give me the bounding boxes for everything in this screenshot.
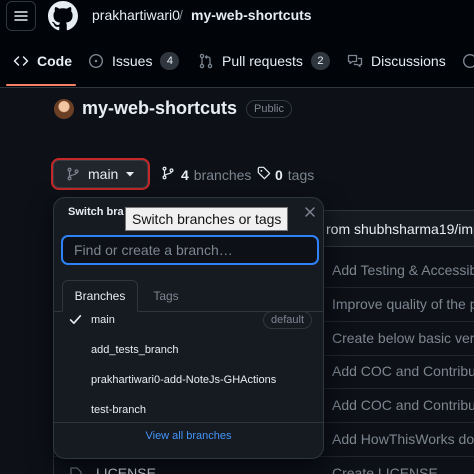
commit-message-link[interactable]: Add Testing & Accessibili bbox=[332, 262, 474, 278]
git-branch-icon bbox=[66, 167, 80, 181]
pull-requests-count-badge: 2 bbox=[310, 52, 330, 70]
issue-opened-icon bbox=[88, 53, 104, 69]
tags-label: tags bbox=[287, 166, 315, 183]
breadcrumb-repo-link[interactable]: my-web-shortcuts bbox=[191, 7, 312, 23]
branches-label: branches bbox=[193, 166, 252, 183]
file-icon bbox=[70, 467, 82, 474]
commit-message-link[interactable]: Create LICENSE bbox=[332, 465, 438, 474]
code-icon bbox=[13, 53, 29, 69]
tab-issues[interactable]: Issues 4 bbox=[88, 50, 180, 72]
visibility-badge: Public bbox=[246, 100, 292, 118]
tags-count: 0 bbox=[275, 166, 283, 183]
global-header: prakhartiwari0 / my-web-shortcuts bbox=[0, 0, 474, 32]
issues-count-badge: 4 bbox=[160, 52, 180, 70]
tab-pull-requests[interactable]: Pull requests 2 bbox=[198, 50, 330, 72]
branches-count-link[interactable]: 4 branches bbox=[161, 166, 251, 183]
tab-code-label: Code bbox=[37, 53, 72, 69]
breadcrumb-separator: / bbox=[179, 7, 183, 23]
commit-message-link[interactable]: Create below basic versio bbox=[332, 330, 474, 346]
comment-discussion-icon bbox=[347, 53, 363, 69]
close-button[interactable] bbox=[302, 204, 318, 220]
check-icon bbox=[69, 313, 82, 329]
branch-select-button[interactable]: main bbox=[53, 160, 148, 188]
default-badge: default bbox=[263, 311, 313, 329]
branch-item-test-branch[interactable]: test-branch bbox=[54, 395, 323, 425]
branch-name: test-branch bbox=[91, 404, 147, 416]
hamburger-icon bbox=[14, 11, 28, 21]
tab-more[interactable] bbox=[462, 50, 474, 72]
commit-message-link[interactable]: Improve quality of the pop bbox=[332, 296, 474, 312]
current-branch-label: main bbox=[88, 166, 119, 182]
branch-item-add-notejs-ghactions[interactable]: prakhartiwari0-add-NoteJs-GHActions bbox=[54, 365, 323, 395]
branch-name: add_tests_branch bbox=[91, 344, 179, 356]
hamburger-menu-button[interactable] bbox=[6, 1, 36, 31]
file-row[interactable]: LICENSE Create LICENSE bbox=[54, 457, 474, 474]
tooltip: Switch branches or tags bbox=[125, 207, 289, 231]
branch-switcher-dropdown: Switch bra Branches Tags main default ad… bbox=[53, 197, 324, 459]
branches-count: 4 bbox=[181, 166, 189, 183]
commit-message-link[interactable]: Add COC and Contributin bbox=[332, 363, 474, 379]
git-branch-icon bbox=[161, 166, 175, 183]
owner-avatar[interactable] bbox=[54, 99, 74, 119]
play-icon bbox=[462, 53, 474, 69]
tab-discussions-label: Discussions bbox=[371, 53, 446, 69]
file-name-link[interactable]: LICENSE bbox=[96, 465, 156, 474]
repo-title[interactable]: my-web-shortcuts bbox=[82, 98, 237, 119]
repo-nav-tabs: Code Issues 4 Pull requests 2 Discussion… bbox=[0, 32, 474, 88]
github-logo-icon[interactable] bbox=[48, 1, 78, 31]
tab-pull-requests-label: Pull requests bbox=[222, 53, 303, 69]
dropdown-divider bbox=[54, 422, 323, 423]
branch-item-main[interactable]: main default bbox=[54, 305, 323, 335]
active-tab-indicator bbox=[6, 84, 76, 86]
close-icon bbox=[305, 207, 315, 217]
branch-item-add-tests-branch[interactable]: add_tests_branch bbox=[54, 335, 323, 365]
branch-name: prakhartiwari0-add-NoteJs-GHActions bbox=[91, 374, 277, 386]
branch-search-input[interactable] bbox=[62, 236, 318, 264]
commit-message-link[interactable]: Add HowThisWorks docu bbox=[332, 431, 474, 447]
view-all-branches-link[interactable]: View all branches bbox=[54, 430, 323, 442]
branch-name: main bbox=[91, 314, 115, 326]
dropdown-title: Switch bra bbox=[68, 206, 124, 218]
commit-message-link[interactable]: Add COC and Contributin bbox=[332, 397, 474, 413]
tags-count-link[interactable]: 0 tags bbox=[257, 166, 314, 183]
git-pull-request-icon bbox=[198, 53, 214, 69]
triangle-down-icon bbox=[126, 170, 135, 178]
tab-issues-label: Issues bbox=[112, 53, 153, 69]
breadcrumb-owner-link[interactable]: prakhartiwari0 bbox=[92, 7, 180, 23]
tag-icon bbox=[257, 166, 271, 183]
tab-code[interactable]: Code bbox=[13, 50, 72, 72]
tab-discussions[interactable]: Discussions bbox=[347, 50, 446, 72]
latest-commit-message[interactable]: rom shubhsharma19/impro bbox=[326, 221, 474, 237]
